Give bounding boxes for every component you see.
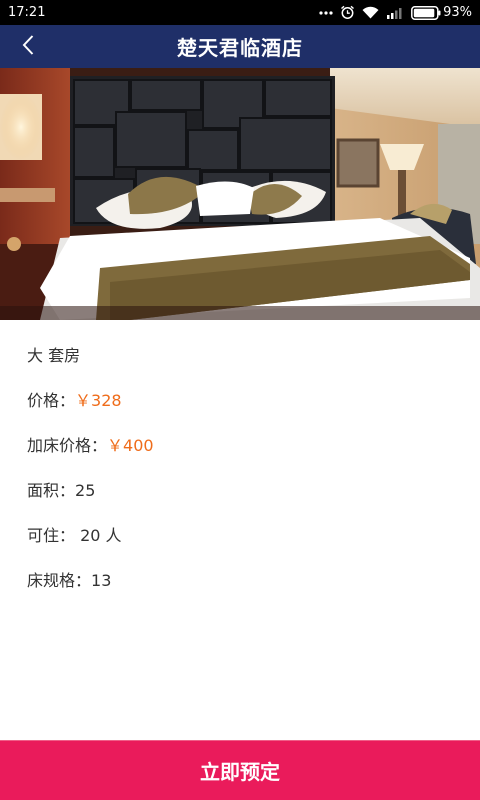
- area-row: 面积：25: [27, 477, 95, 501]
- area-value: 25: [75, 481, 96, 500]
- book-now-label: 立即预定: [200, 760, 280, 784]
- room-photo: [0, 68, 480, 320]
- price-value: ￥328: [75, 391, 122, 410]
- status-bar: 17:21 93%: [0, 0, 480, 25]
- wifi-icon: [362, 6, 379, 19]
- chevron-left-icon: [21, 34, 35, 60]
- battery-indicator: 93%: [411, 5, 472, 20]
- battery-icon: [411, 5, 441, 20]
- alarm-icon: [340, 5, 355, 20]
- signal-icon: [386, 6, 404, 19]
- capacity-row: 可住： 20 人: [27, 522, 122, 546]
- status-time: 17:21: [8, 5, 46, 20]
- area-label: 面积：: [27, 481, 76, 500]
- header-bar: 楚天君临酒店: [0, 25, 480, 68]
- extra-bed-row: 加床价格：￥400: [27, 432, 154, 456]
- back-button[interactable]: [8, 25, 48, 68]
- page-title: 楚天君临酒店: [177, 36, 303, 60]
- capacity-value: 20 人: [75, 526, 122, 545]
- price-row: 价格：￥328: [27, 387, 122, 411]
- status-icons: 93%: [319, 5, 472, 20]
- price-label: 价格：: [27, 391, 76, 410]
- extra-bed-value: ￥400: [107, 436, 154, 455]
- extra-bed-label: 加床价格：: [27, 436, 108, 455]
- battery-percent: 93%: [443, 5, 472, 20]
- capacity-label: 可住：: [27, 526, 76, 545]
- book-now-button[interactable]: 立即预定: [0, 740, 480, 800]
- more-dots-icon: [319, 10, 333, 15]
- bed-spec-label: 床规格：: [27, 571, 92, 590]
- bed-spec-value: 13: [91, 571, 112, 590]
- bed-spec-row: 床规格：13: [27, 567, 111, 591]
- room-name: 大 套房: [27, 346, 81, 365]
